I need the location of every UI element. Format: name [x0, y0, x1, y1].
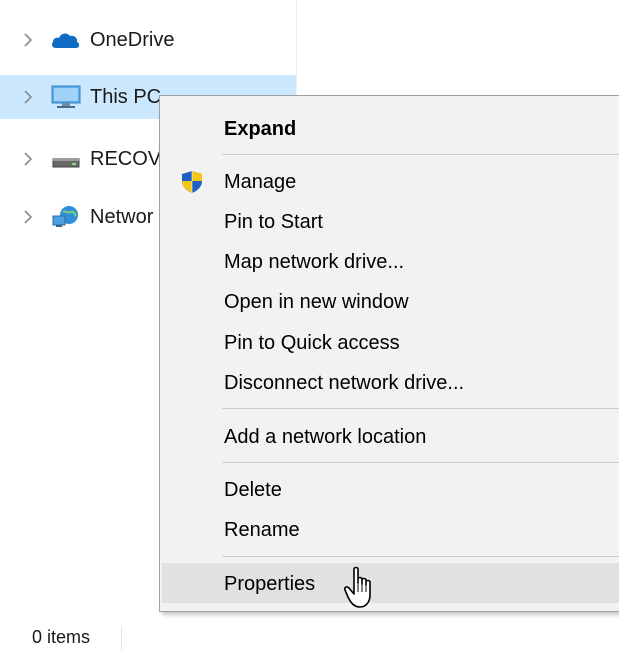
menu-item-delete[interactable]: Delete	[162, 469, 619, 509]
menu-item-add-network-location[interactable]: Add a network location	[162, 416, 619, 456]
menu-item-expand[interactable]: Expand	[162, 108, 619, 148]
menu-item-disconnect-network-drive[interactable]: Disconnect network drive...	[162, 362, 619, 402]
menu-item-pin-to-quick-access[interactable]: Pin to Quick access	[162, 322, 619, 362]
menu-item-label: Pin to Quick access	[224, 332, 400, 354]
menu-item-pin-to-start[interactable]: Pin to Start	[162, 201, 619, 241]
computer-monitor-icon	[51, 85, 81, 108]
menu-item-label: Rename	[224, 519, 300, 541]
menu-separator	[222, 408, 619, 409]
menu-separator	[222, 154, 619, 155]
menu-item-properties[interactable]: Properties	[162, 563, 619, 603]
menu-item-label: Manage	[224, 171, 297, 193]
menu-item-label: Map network drive...	[224, 251, 405, 273]
menu-item-map-network-drive[interactable]: Map network drive...	[162, 241, 619, 281]
menu-item-rename[interactable]: Rename	[162, 509, 619, 549]
file-explorer-window: OneDrive This PC RECOV Networ 0 items Ex…	[0, 0, 619, 657]
nav-item-onedrive[interactable]: OneDrive	[0, 18, 296, 62]
menu-item-label: Disconnect network drive...	[224, 372, 465, 394]
menu-item-label: Pin to Start	[224, 211, 323, 233]
menu-item-manage[interactable]: Manage	[162, 161, 619, 201]
status-divider	[121, 626, 122, 650]
nav-item-label: RECOV	[90, 148, 162, 170]
nav-item-label: Networ	[90, 206, 154, 228]
hand-pointer-icon	[344, 566, 371, 608]
menu-item-label: Expand	[224, 118, 297, 140]
uac-shield-icon	[182, 171, 202, 193]
onedrive-cloud-icon	[52, 33, 80, 48]
nav-item-label: OneDrive	[90, 29, 175, 51]
menu-separator	[222, 462, 619, 463]
network-icon	[52, 206, 78, 227]
menu-item-label: Delete	[224, 479, 282, 501]
menu-item-label: Add a network location	[224, 426, 427, 448]
chevron-right-icon[interactable]	[21, 87, 37, 107]
menu-separator	[222, 556, 619, 557]
chevron-right-icon[interactable]	[21, 207, 37, 227]
context-menu: Expand Manage Pin to Start Map network d…	[159, 95, 619, 612]
chevron-right-icon[interactable]	[21, 30, 37, 50]
item-count: 0 items	[32, 627, 91, 647]
nav-item-label: This PC	[90, 86, 162, 108]
menu-item-open-in-new-window[interactable]: Open in new window	[162, 281, 619, 321]
chevron-right-icon[interactable]	[21, 149, 37, 169]
menu-item-label: Open in new window	[224, 291, 409, 313]
drive-icon	[52, 158, 80, 168]
menu-item-label: Properties	[224, 573, 316, 595]
status-bar: 0 items	[0, 618, 619, 657]
